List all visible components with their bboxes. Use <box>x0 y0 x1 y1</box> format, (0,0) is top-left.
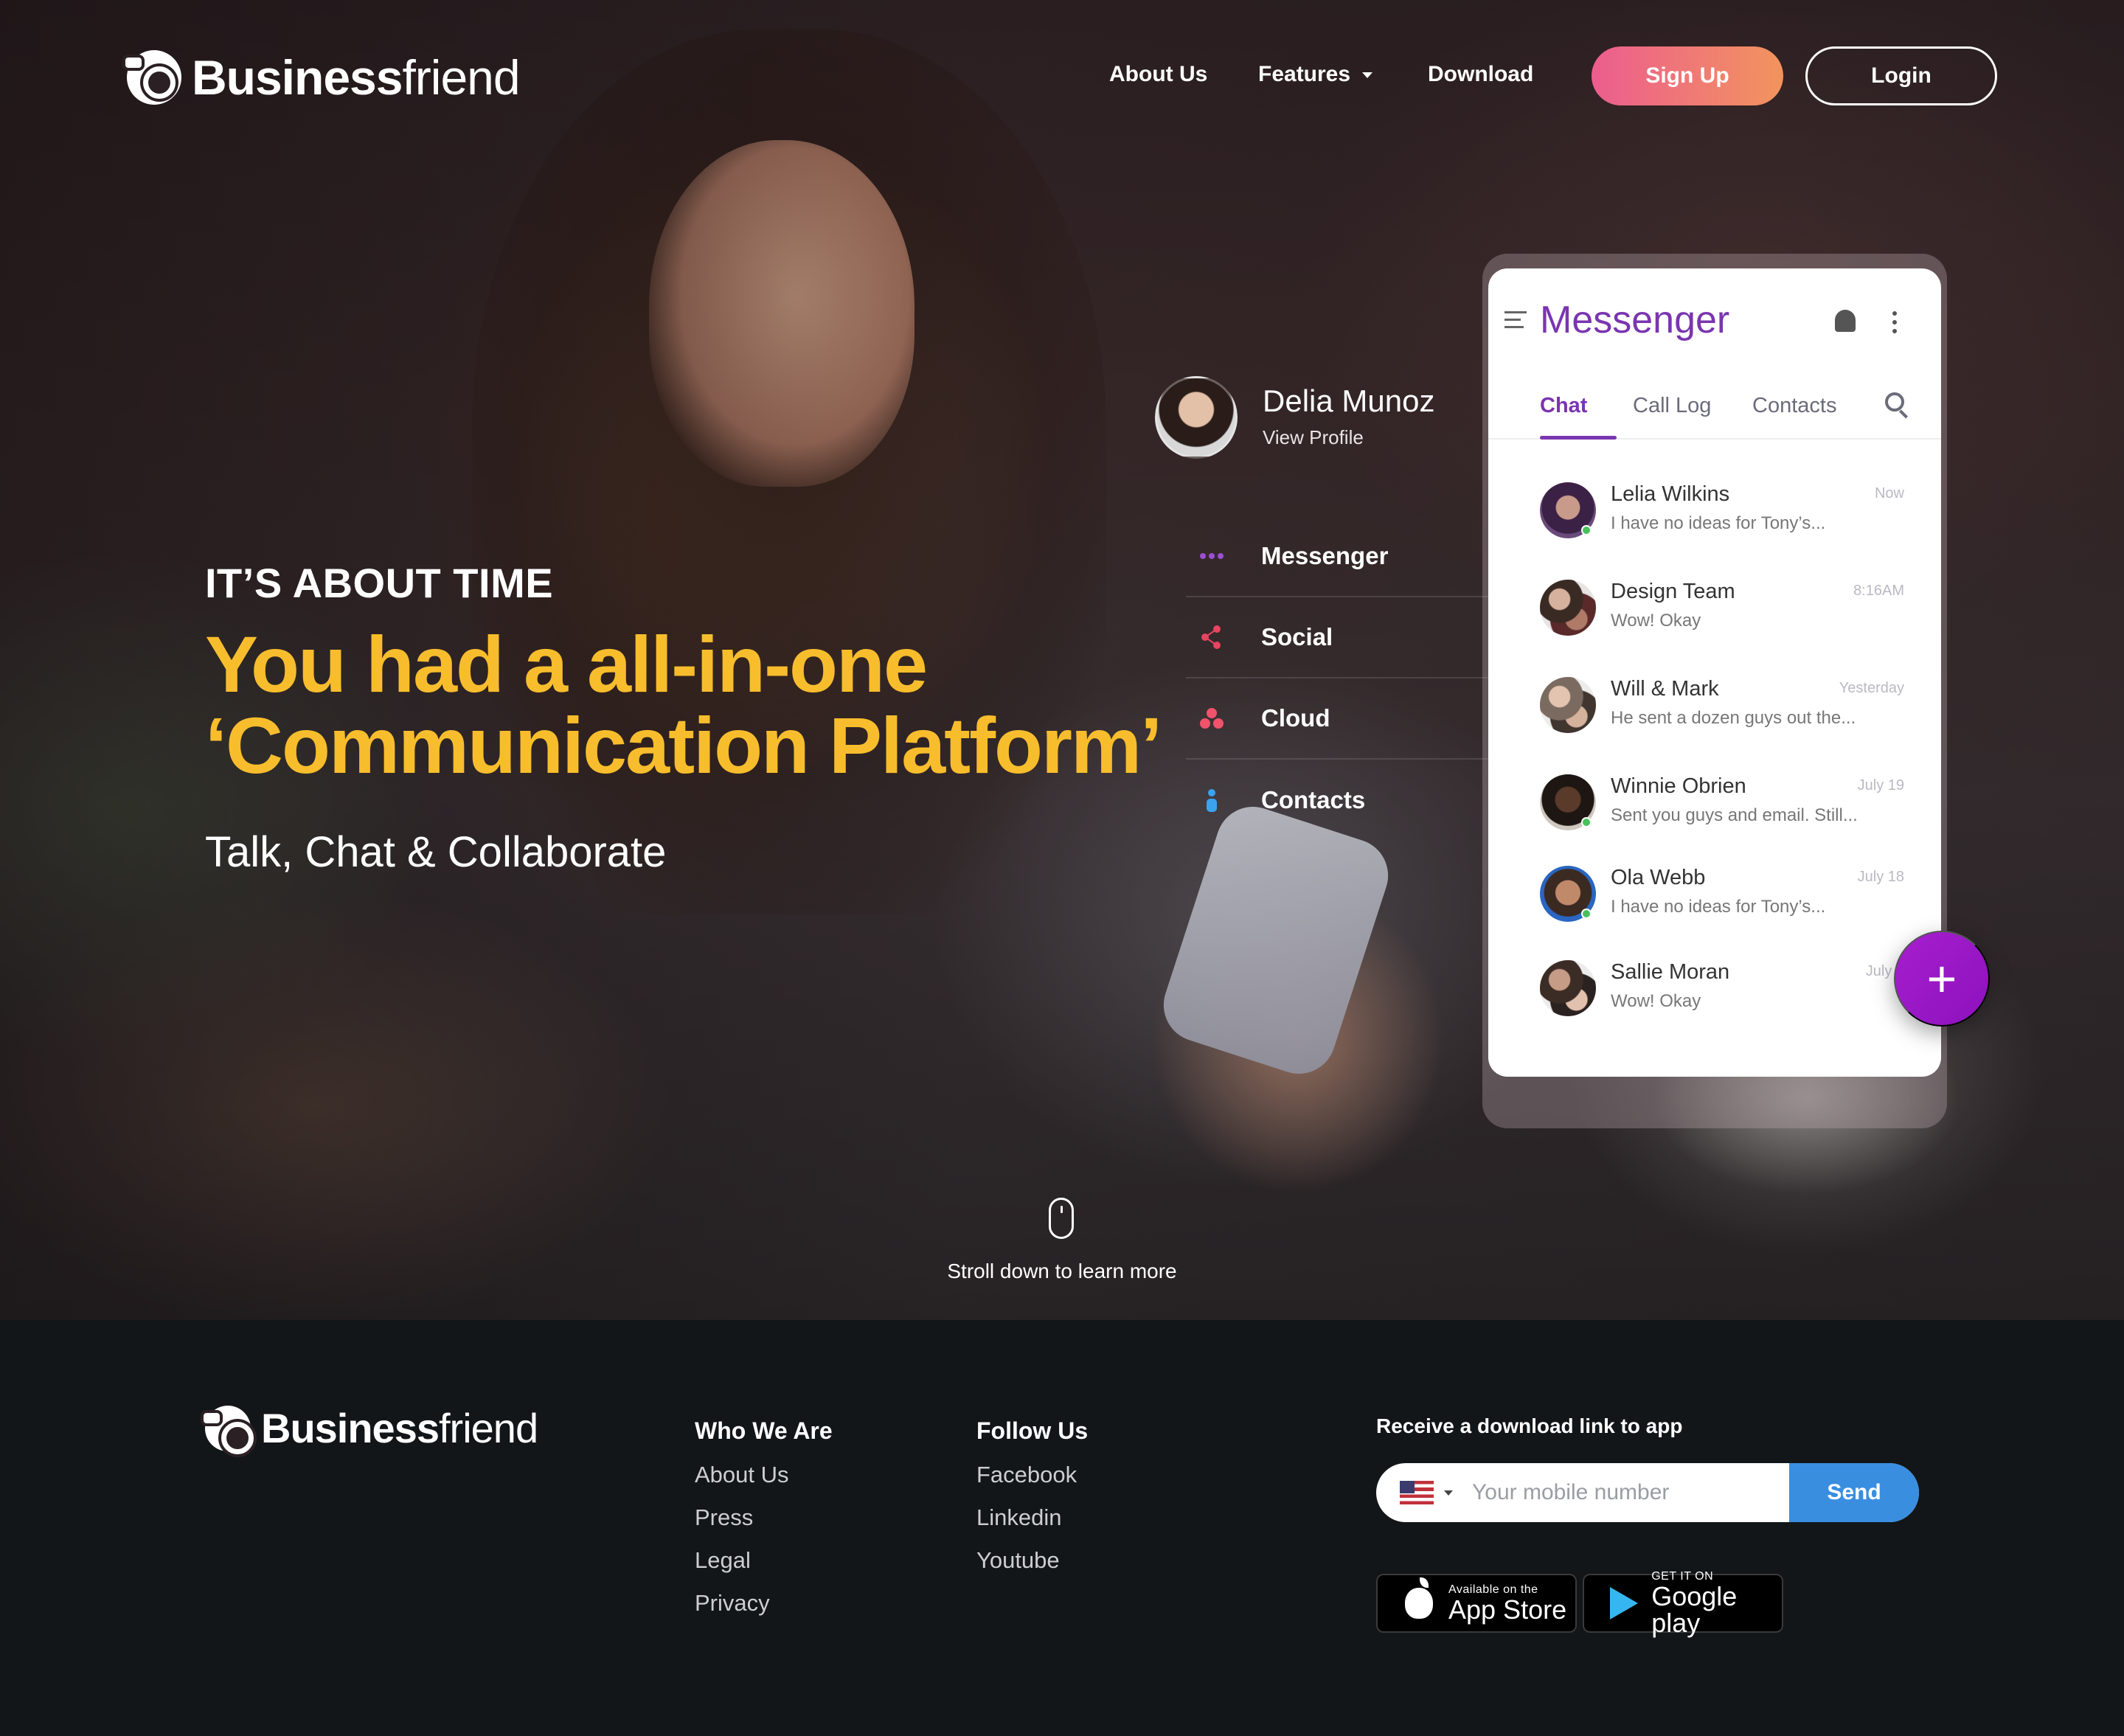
online-status-dot <box>1581 909 1592 919</box>
signup-button[interactable]: Sign Up <box>1592 46 1783 105</box>
send-button[interactable]: Send <box>1789 1463 1919 1522</box>
footer-link-about-us[interactable]: About Us <box>695 1462 789 1488</box>
new-chat-button[interactable]: + <box>1894 931 1990 1027</box>
footer <box>0 1320 2124 1736</box>
chat-time: Yesterday <box>1839 680 1904 696</box>
menu-item-cloud[interactable]: Cloud <box>1186 678 1496 760</box>
chat-list-item[interactable]: Sallie Moran Wow! Okay July 1 <box>1488 960 1941 1056</box>
footer-link-privacy[interactable]: Privacy <box>695 1590 770 1617</box>
cloud-icon <box>1186 707 1238 729</box>
chat-list-item[interactable]: Design Team Wow! Okay 8:16AM <box>1488 580 1941 676</box>
hero-eyebrow: IT’S ABOUT TIME <box>205 560 554 606</box>
avatar-group <box>1540 580 1596 636</box>
app-store-text: Available on the App Store <box>1448 1583 1567 1625</box>
hero-headline: You had a all-in-one ‘Communication Plat… <box>205 624 1164 786</box>
nav-download[interactable]: Download <box>1428 62 1533 87</box>
chat-name: Will & Mark <box>1611 677 1719 701</box>
search-icon[interactable] <box>1885 392 1904 412</box>
tab-contacts[interactable]: Contacts <box>1752 394 1836 418</box>
nav-features[interactable]: Features <box>1258 62 1373 87</box>
bell-icon[interactable] <box>1835 310 1856 332</box>
active-tab-indicator <box>1540 436 1617 440</box>
tab-chat[interactable]: Chat <box>1540 394 1587 418</box>
share-icon <box>1186 625 1238 649</box>
chat-name: Sallie Moran <box>1611 960 1730 984</box>
chat-preview: I have no ideas for Tony’s... <box>1611 513 1826 533</box>
footer-col-who-we-are-title: Who We Are <box>695 1417 833 1444</box>
hero-headline-line2: ‘Communication Platform’ <box>205 701 1162 790</box>
menu-item-contacts[interactable]: Contacts <box>1186 760 1496 841</box>
tab-call-log[interactable]: Call Log <box>1633 394 1711 418</box>
chat-preview: I have no ideas for Tony’s... <box>1611 897 1826 917</box>
chat-list-item[interactable]: Winnie Obrien Sent you guys and email. S… <box>1488 774 1941 870</box>
chat-list-item[interactable]: Lelia Wilkins I have no ideas for Tony’s… <box>1488 482 1941 578</box>
hamburger-menu-icon[interactable] <box>1504 311 1527 333</box>
app-store-badge[interactable]: Available on the App Store <box>1376 1574 1577 1633</box>
avatar-group <box>1540 960 1596 1016</box>
brand-logo-icon <box>201 1406 254 1454</box>
download-link-title: Receive a download link to app <box>1376 1414 1683 1437</box>
phone-number-form: Send <box>1376 1463 1919 1522</box>
online-status-dot <box>1581 817 1592 827</box>
scroll-hint: Stroll down to learn more <box>0 1260 2124 1283</box>
chat-name: Winnie Obrien <box>1611 774 1746 798</box>
footer-link-youtube[interactable]: Youtube <box>976 1547 1060 1574</box>
login-button[interactable]: Login <box>1805 46 1997 105</box>
chat-name: Ola Webb <box>1611 866 1706 889</box>
chevron-down-icon <box>1362 72 1373 79</box>
footer-link-legal[interactable]: Legal <box>695 1547 751 1574</box>
chat-name: Lelia Wilkins <box>1611 482 1730 506</box>
nav-about-us[interactable]: About Us <box>1109 62 1207 87</box>
profile-avatar[interactable] <box>1155 376 1238 459</box>
menu-item-label: Messenger <box>1261 542 1389 569</box>
google-play-text: GET IT ON Google play <box>1651 1570 1738 1638</box>
scroll-hint-text: Stroll down to learn more <box>947 1260 1177 1282</box>
avatar-group <box>1540 677 1596 733</box>
mouse-scroll-icon <box>1049 1198 1074 1239</box>
google-play-badge[interactable]: GET IT ON Google play <box>1583 1570 1783 1636</box>
chevron-down-icon[interactable] <box>1444 1490 1453 1496</box>
footer-link-press[interactable]: Press <box>695 1504 753 1531</box>
online-status-dot <box>1581 525 1592 535</box>
footer-link-facebook[interactable]: Facebook <box>976 1462 1077 1488</box>
chat-time: 8:16AM <box>1853 583 1904 599</box>
footer-link-linkedin[interactable]: Linkedin <box>976 1504 1061 1531</box>
more-vertical-icon[interactable] <box>1892 311 1897 338</box>
chat-time: July 19 <box>1857 777 1904 794</box>
chat-preview: Wow! Okay <box>1611 611 1701 631</box>
chat-preview: Wow! Okay <box>1611 991 1701 1011</box>
nav-features-label: Features <box>1258 62 1351 86</box>
hero-subline: Talk, Chat & Collaborate <box>205 828 667 876</box>
google-play-icon <box>1603 1587 1644 1619</box>
brand-logo[interactable]: Businessfriend <box>122 50 521 105</box>
chat-preview: He sent a dozen guys out the... <box>1611 708 1856 728</box>
hero-headline-line1: You had a all-in-one <box>205 619 928 709</box>
chat-time: Now <box>1874 485 1904 501</box>
apple-icon <box>1397 1577 1441 1619</box>
us-flag-icon[interactable] <box>1400 1481 1434 1504</box>
chat-name: Design Team <box>1611 580 1735 603</box>
profile-name: Delia Munoz <box>1263 383 1435 418</box>
menu-item-label: Contacts <box>1261 786 1366 813</box>
dots-icon <box>1186 552 1238 560</box>
person-icon <box>1186 788 1238 812</box>
messenger-app: Messenger Chat Call Log Contacts Lelia W… <box>1488 268 1941 1077</box>
view-profile-link[interactable]: View Profile <box>1263 426 1364 449</box>
chat-list-item[interactable]: Ola Webb I have no ideas for Tony’s... J… <box>1488 866 1941 962</box>
menu-item-label: Cloud <box>1261 704 1330 732</box>
brand-logo-text: Businessfriend <box>192 50 521 105</box>
menu-item-label: Social <box>1261 623 1333 650</box>
plus-icon: + <box>1926 950 1957 1007</box>
chat-time: July 18 <box>1857 869 1904 885</box>
menu-item-social[interactable]: Social <box>1186 597 1496 678</box>
footer-logo[interactable]: Businessfriend <box>201 1405 538 1454</box>
chat-preview: Sent you guys and email. Still... <box>1611 805 1858 825</box>
mobile-number-input[interactable] <box>1472 1480 1774 1505</box>
brand-logo-icon <box>122 50 181 105</box>
menu-item-messenger[interactable]: Messenger <box>1186 516 1496 597</box>
footer-col-follow-us-title: Follow Us <box>976 1417 1089 1444</box>
brand-logo-text: Businessfriend <box>261 1405 538 1451</box>
messenger-title: Messenger <box>1540 299 1730 341</box>
chat-list-item[interactable]: Will & Mark He sent a dozen guys out the… <box>1488 677 1941 773</box>
